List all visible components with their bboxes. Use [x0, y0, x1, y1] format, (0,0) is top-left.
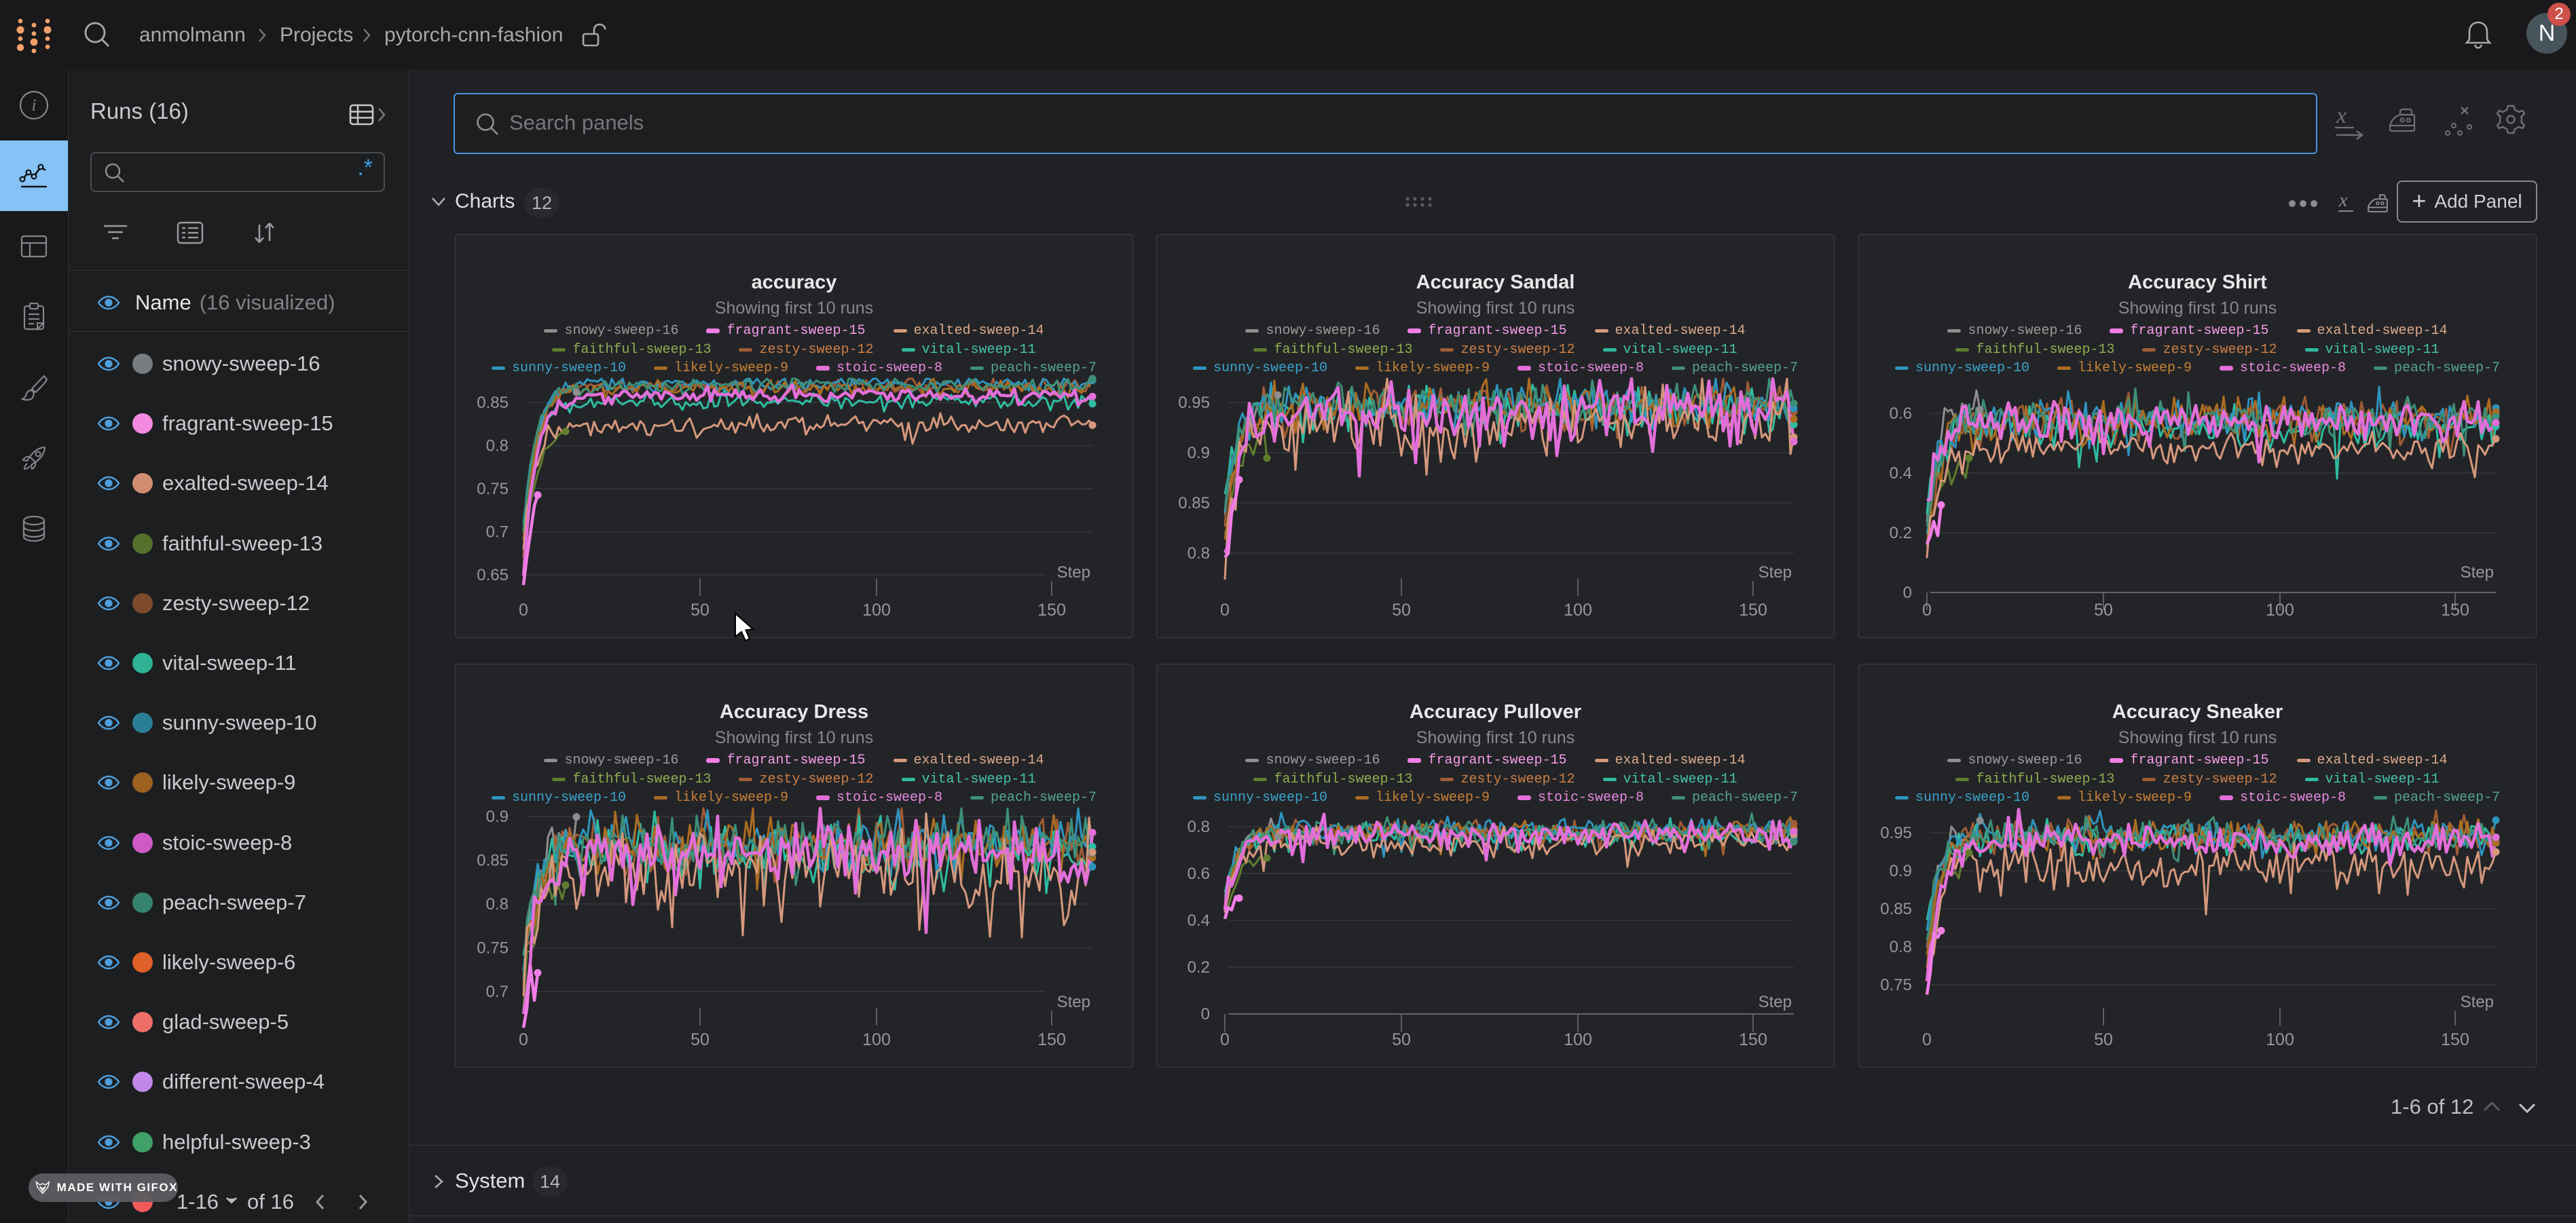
- svg-text:150: 150: [1739, 1030, 1767, 1049]
- svg-text:0: 0: [1922, 601, 1932, 620]
- svg-text:0.95: 0.95: [1178, 394, 1210, 412]
- svg-text:0.7: 0.7: [486, 523, 509, 542]
- svg-text:100: 100: [862, 601, 891, 620]
- svg-text:0.2: 0.2: [1188, 958, 1210, 977]
- svg-text:x: x: [2338, 191, 2348, 211]
- svg-text:100: 100: [2266, 1030, 2294, 1049]
- svg-text:0.85: 0.85: [477, 394, 509, 412]
- svg-text:150: 150: [2441, 1030, 2469, 1049]
- svg-text:50: 50: [1392, 601, 1411, 620]
- svg-text:0.7: 0.7: [486, 983, 509, 1001]
- svg-text:x: x: [2336, 105, 2347, 128]
- svg-text:100: 100: [1564, 601, 1592, 620]
- svg-text:0: 0: [1903, 584, 1912, 602]
- svg-text:50: 50: [1392, 1030, 1411, 1049]
- svg-text:0: 0: [1922, 1030, 1932, 1049]
- svg-text:150: 150: [1037, 601, 1066, 620]
- svg-text:0.85: 0.85: [1178, 494, 1210, 512]
- svg-text:0.85: 0.85: [1880, 900, 1912, 918]
- svg-text:0: 0: [1220, 1030, 1230, 1049]
- svg-text:0.4: 0.4: [1188, 911, 1210, 930]
- svg-text:50: 50: [691, 1030, 710, 1049]
- svg-text:150: 150: [2441, 601, 2469, 620]
- svg-text:Step: Step: [1759, 993, 1792, 1011]
- svg-text:0.95: 0.95: [1880, 824, 1912, 842]
- svg-text:0.9: 0.9: [1188, 444, 1210, 462]
- svg-text:Step: Step: [2461, 563, 2494, 582]
- svg-text:0: 0: [519, 1030, 528, 1049]
- svg-text:0.2: 0.2: [1890, 524, 1912, 542]
- svg-text:150: 150: [1037, 1030, 1066, 1049]
- svg-text:50: 50: [2094, 1030, 2113, 1049]
- svg-text:50: 50: [2094, 601, 2113, 620]
- svg-text:0.8: 0.8: [1188, 544, 1210, 563]
- svg-text:100: 100: [1564, 1030, 1592, 1049]
- svg-text:0: 0: [1220, 601, 1230, 620]
- svg-text:0.6: 0.6: [1890, 404, 1912, 423]
- svg-text:Step: Step: [2461, 993, 2494, 1011]
- svg-text:0.9: 0.9: [1890, 862, 1912, 880]
- svg-text:0.8: 0.8: [1188, 818, 1210, 836]
- svg-text:0.75: 0.75: [477, 480, 509, 498]
- svg-text:0.9: 0.9: [486, 808, 509, 826]
- svg-text:0.8: 0.8: [1890, 938, 1912, 956]
- svg-text:0.8: 0.8: [486, 437, 509, 455]
- svg-text:0.6: 0.6: [1188, 865, 1210, 883]
- svg-text:i: i: [32, 96, 37, 115]
- svg-text:0: 0: [1201, 1005, 1210, 1023]
- svg-text:0.65: 0.65: [477, 566, 509, 584]
- svg-text:100: 100: [2266, 601, 2294, 620]
- svg-text:150: 150: [1739, 601, 1767, 620]
- svg-text:0.75: 0.75: [1880, 976, 1912, 994]
- svg-text:0: 0: [519, 601, 528, 620]
- svg-text:100: 100: [862, 1030, 891, 1049]
- svg-text:0.8: 0.8: [486, 895, 509, 914]
- svg-text:0.75: 0.75: [477, 939, 509, 958]
- svg-text:Step: Step: [1057, 563, 1090, 582]
- svg-text:0.4: 0.4: [1890, 464, 1912, 483]
- svg-text:50: 50: [691, 601, 710, 620]
- svg-text:Step: Step: [1057, 993, 1090, 1011]
- svg-text:Step: Step: [1759, 563, 1792, 582]
- svg-text:0.85: 0.85: [477, 852, 509, 870]
